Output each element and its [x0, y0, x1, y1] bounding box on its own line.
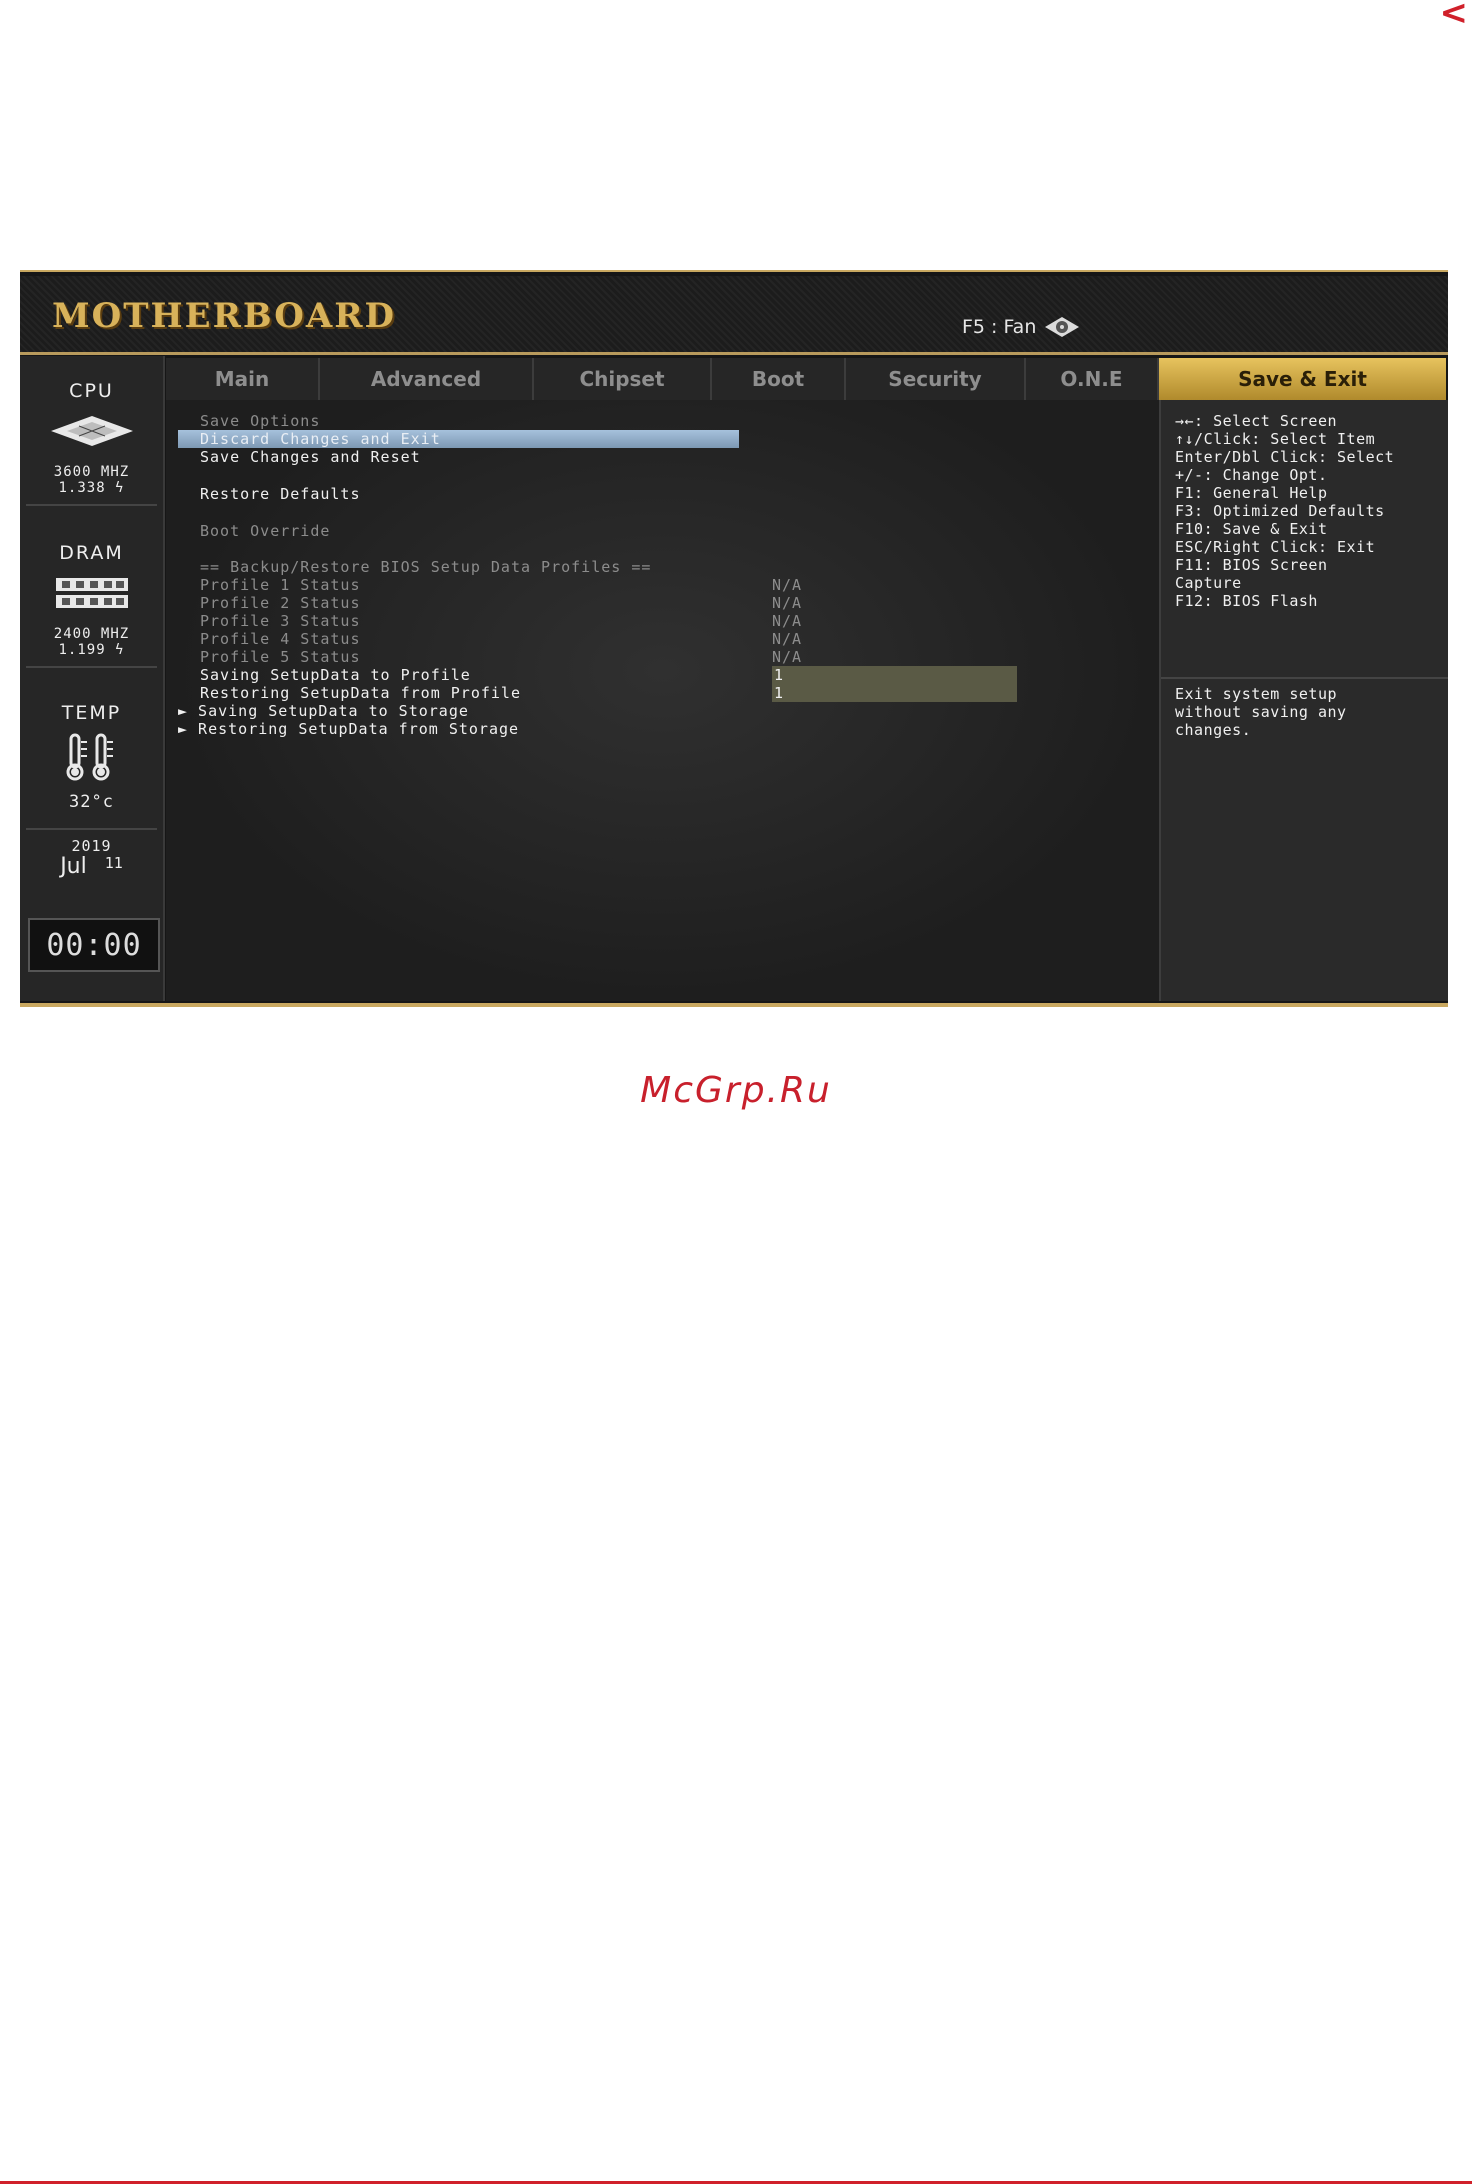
bios-screen: MOTHERBOARD F5 : Fan CPU 3600 MHZ 1.338 … [20, 270, 1448, 1007]
tab-advanced[interactable]: Advanced [320, 358, 534, 400]
tab-boot[interactable]: Boot [712, 358, 846, 400]
temp-section: TEMP 32°c [20, 702, 163, 812]
dram-frequency: 2400 MHZ [53, 626, 130, 642]
cpu-voltage: 1.338 ϟ [58, 480, 125, 496]
help-key-line: →←: Select Screen [1175, 412, 1338, 430]
temperature-value: 32°c [69, 792, 114, 812]
help-panel: →←: Select Screen ↑↓/Click: Select Item … [1159, 400, 1448, 1001]
help-key-line: F12: BIOS Flash [1175, 592, 1318, 610]
help-key-line: ESC/Right Click: Exit [1175, 538, 1376, 556]
settings-panel: Save Options Discard Changes and Exit Sa… [166, 400, 1159, 1001]
help-description-line: without saving any [1175, 703, 1347, 721]
profile-3-status-label: Profile 3 Status [200, 612, 361, 630]
dram-title: DRAM [59, 542, 124, 564]
temp-title: TEMP [61, 702, 122, 724]
profile-4-status-label: Profile 4 Status [200, 630, 361, 648]
tab-security[interactable]: Security [846, 358, 1026, 400]
watermark: McGrp.Ru [640, 1070, 832, 1111]
help-key-line: +/-: Change Opt. [1175, 466, 1328, 484]
cpu-frequency: 3600 MHZ [53, 464, 130, 480]
menu-item-discard-exit[interactable]: Discard Changes and Exit [178, 430, 739, 448]
tab-one[interactable]: O.N.E [1026, 358, 1159, 400]
fan-icon [1045, 317, 1080, 337]
cpu-chip-icon [50, 416, 133, 446]
help-key-line: Capture [1175, 574, 1242, 592]
saving-to-profile-value[interactable]: 1 [772, 666, 1017, 684]
profile-5-status-value: N/A [772, 648, 803, 666]
bios-header: MOTHERBOARD F5 : Fan [20, 276, 1448, 355]
help-key-line: F3: Optimized Defaults [1175, 502, 1385, 520]
restoring-from-profile-value[interactable]: 1 [772, 684, 1017, 702]
system-info-panel: CPU 3600 MHZ 1.338 ϟ DRAM 2400 MHZ 1.199… [20, 356, 165, 1001]
help-divider [1161, 677, 1448, 679]
divider [26, 504, 157, 506]
menu-item-save-reset[interactable]: Save Changes and Reset [200, 448, 421, 466]
back-arrow-icon[interactable]: < [1440, 0, 1469, 30]
date-day: 11 [104, 854, 123, 872]
cpu-section: CPU 3600 MHZ 1.338 ϟ [20, 380, 163, 496]
dram-section: DRAM 2400 MHZ 1.199 ϟ [20, 542, 163, 658]
help-description-line: Exit system setup [1175, 685, 1338, 703]
tab-bar: Main Advanced Chipset Boot Security O.N.… [166, 358, 1446, 400]
menu-item-restore-defaults[interactable]: Restore Defaults [200, 485, 361, 503]
help-key-line: F11: BIOS Screen [1175, 556, 1328, 574]
submenu-saving-to-storage[interactable]: ► Saving SetupData to Storage [178, 702, 469, 720]
section-save-options: Save Options [200, 412, 321, 430]
dram-voltage: 1.199 ϟ [58, 642, 125, 658]
date-year: 2019 [71, 837, 112, 855]
fan-shortcut[interactable]: F5 : Fan [962, 316, 1080, 338]
profile-3-status-value: N/A [772, 612, 803, 630]
clock-display: 00:00 [28, 918, 160, 972]
help-key-line: F1: General Help [1175, 484, 1328, 502]
help-key-line: ↑↓/Click: Select Item [1175, 430, 1376, 448]
divider [26, 828, 157, 830]
tab-save-exit[interactable]: Save & Exit [1159, 358, 1446, 400]
restoring-from-profile-label[interactable]: Restoring SetupData from Profile [200, 684, 521, 702]
date-section: 2019 Jul 11 [20, 838, 163, 879]
help-key-line: F10: Save & Exit [1175, 520, 1328, 538]
cpu-title: CPU [69, 380, 114, 402]
profile-2-status-value: N/A [772, 594, 803, 612]
date-month: Jul [60, 854, 87, 879]
thermometer-icon [66, 733, 113, 781]
submenu-restoring-from-storage[interactable]: ► Restoring SetupData from Storage [178, 720, 519, 738]
profile-5-status-label: Profile 5 Status [200, 648, 361, 666]
motherboard-logo: MOTHERBOARD [52, 296, 396, 336]
help-description-line: changes. [1175, 721, 1252, 739]
divider [26, 666, 157, 668]
profile-1-status-value: N/A [772, 576, 803, 594]
fan-shortcut-label: F5 : Fan [962, 316, 1037, 338]
tab-main[interactable]: Main [166, 358, 320, 400]
section-boot-override: Boot Override [200, 522, 331, 540]
section-backup-restore: == Backup/Restore BIOS Setup Data Profil… [200, 558, 652, 576]
profile-1-status-label: Profile 1 Status [200, 576, 361, 594]
help-key-line: Enter/Dbl Click: Select [1175, 448, 1395, 466]
memory-module-icon [55, 578, 128, 608]
profile-4-status-value: N/A [772, 630, 803, 648]
tab-chipset[interactable]: Chipset [534, 358, 712, 400]
saving-to-profile-label[interactable]: Saving SetupData to Profile [200, 666, 471, 684]
profile-2-status-label: Profile 2 Status [200, 594, 361, 612]
